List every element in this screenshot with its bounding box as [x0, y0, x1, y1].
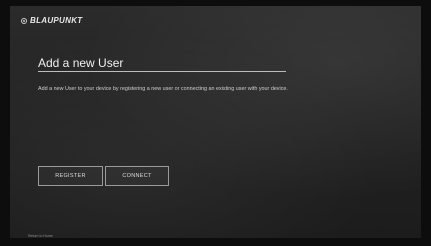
- tv-screen: BLAUPUNKT Add a new User Add a new User …: [10, 6, 421, 238]
- display-frame: BLAUPUNKT Add a new User Add a new User …: [0, 0, 431, 246]
- page-title: Add a new User: [38, 56, 124, 70]
- register-button[interactable]: REGISTER: [38, 166, 103, 186]
- footer-hint: Return to Home: [28, 234, 53, 238]
- blaupunkt-dot-logo-icon: [21, 17, 27, 24]
- brand-name: BLAUPUNKT: [30, 16, 83, 25]
- connect-button[interactable]: CONNECT: [105, 166, 169, 186]
- page-description: Add a new User to your device by registe…: [38, 86, 288, 92]
- brand-logo: BLAUPUNKT: [21, 16, 82, 25]
- title-divider: [38, 71, 286, 72]
